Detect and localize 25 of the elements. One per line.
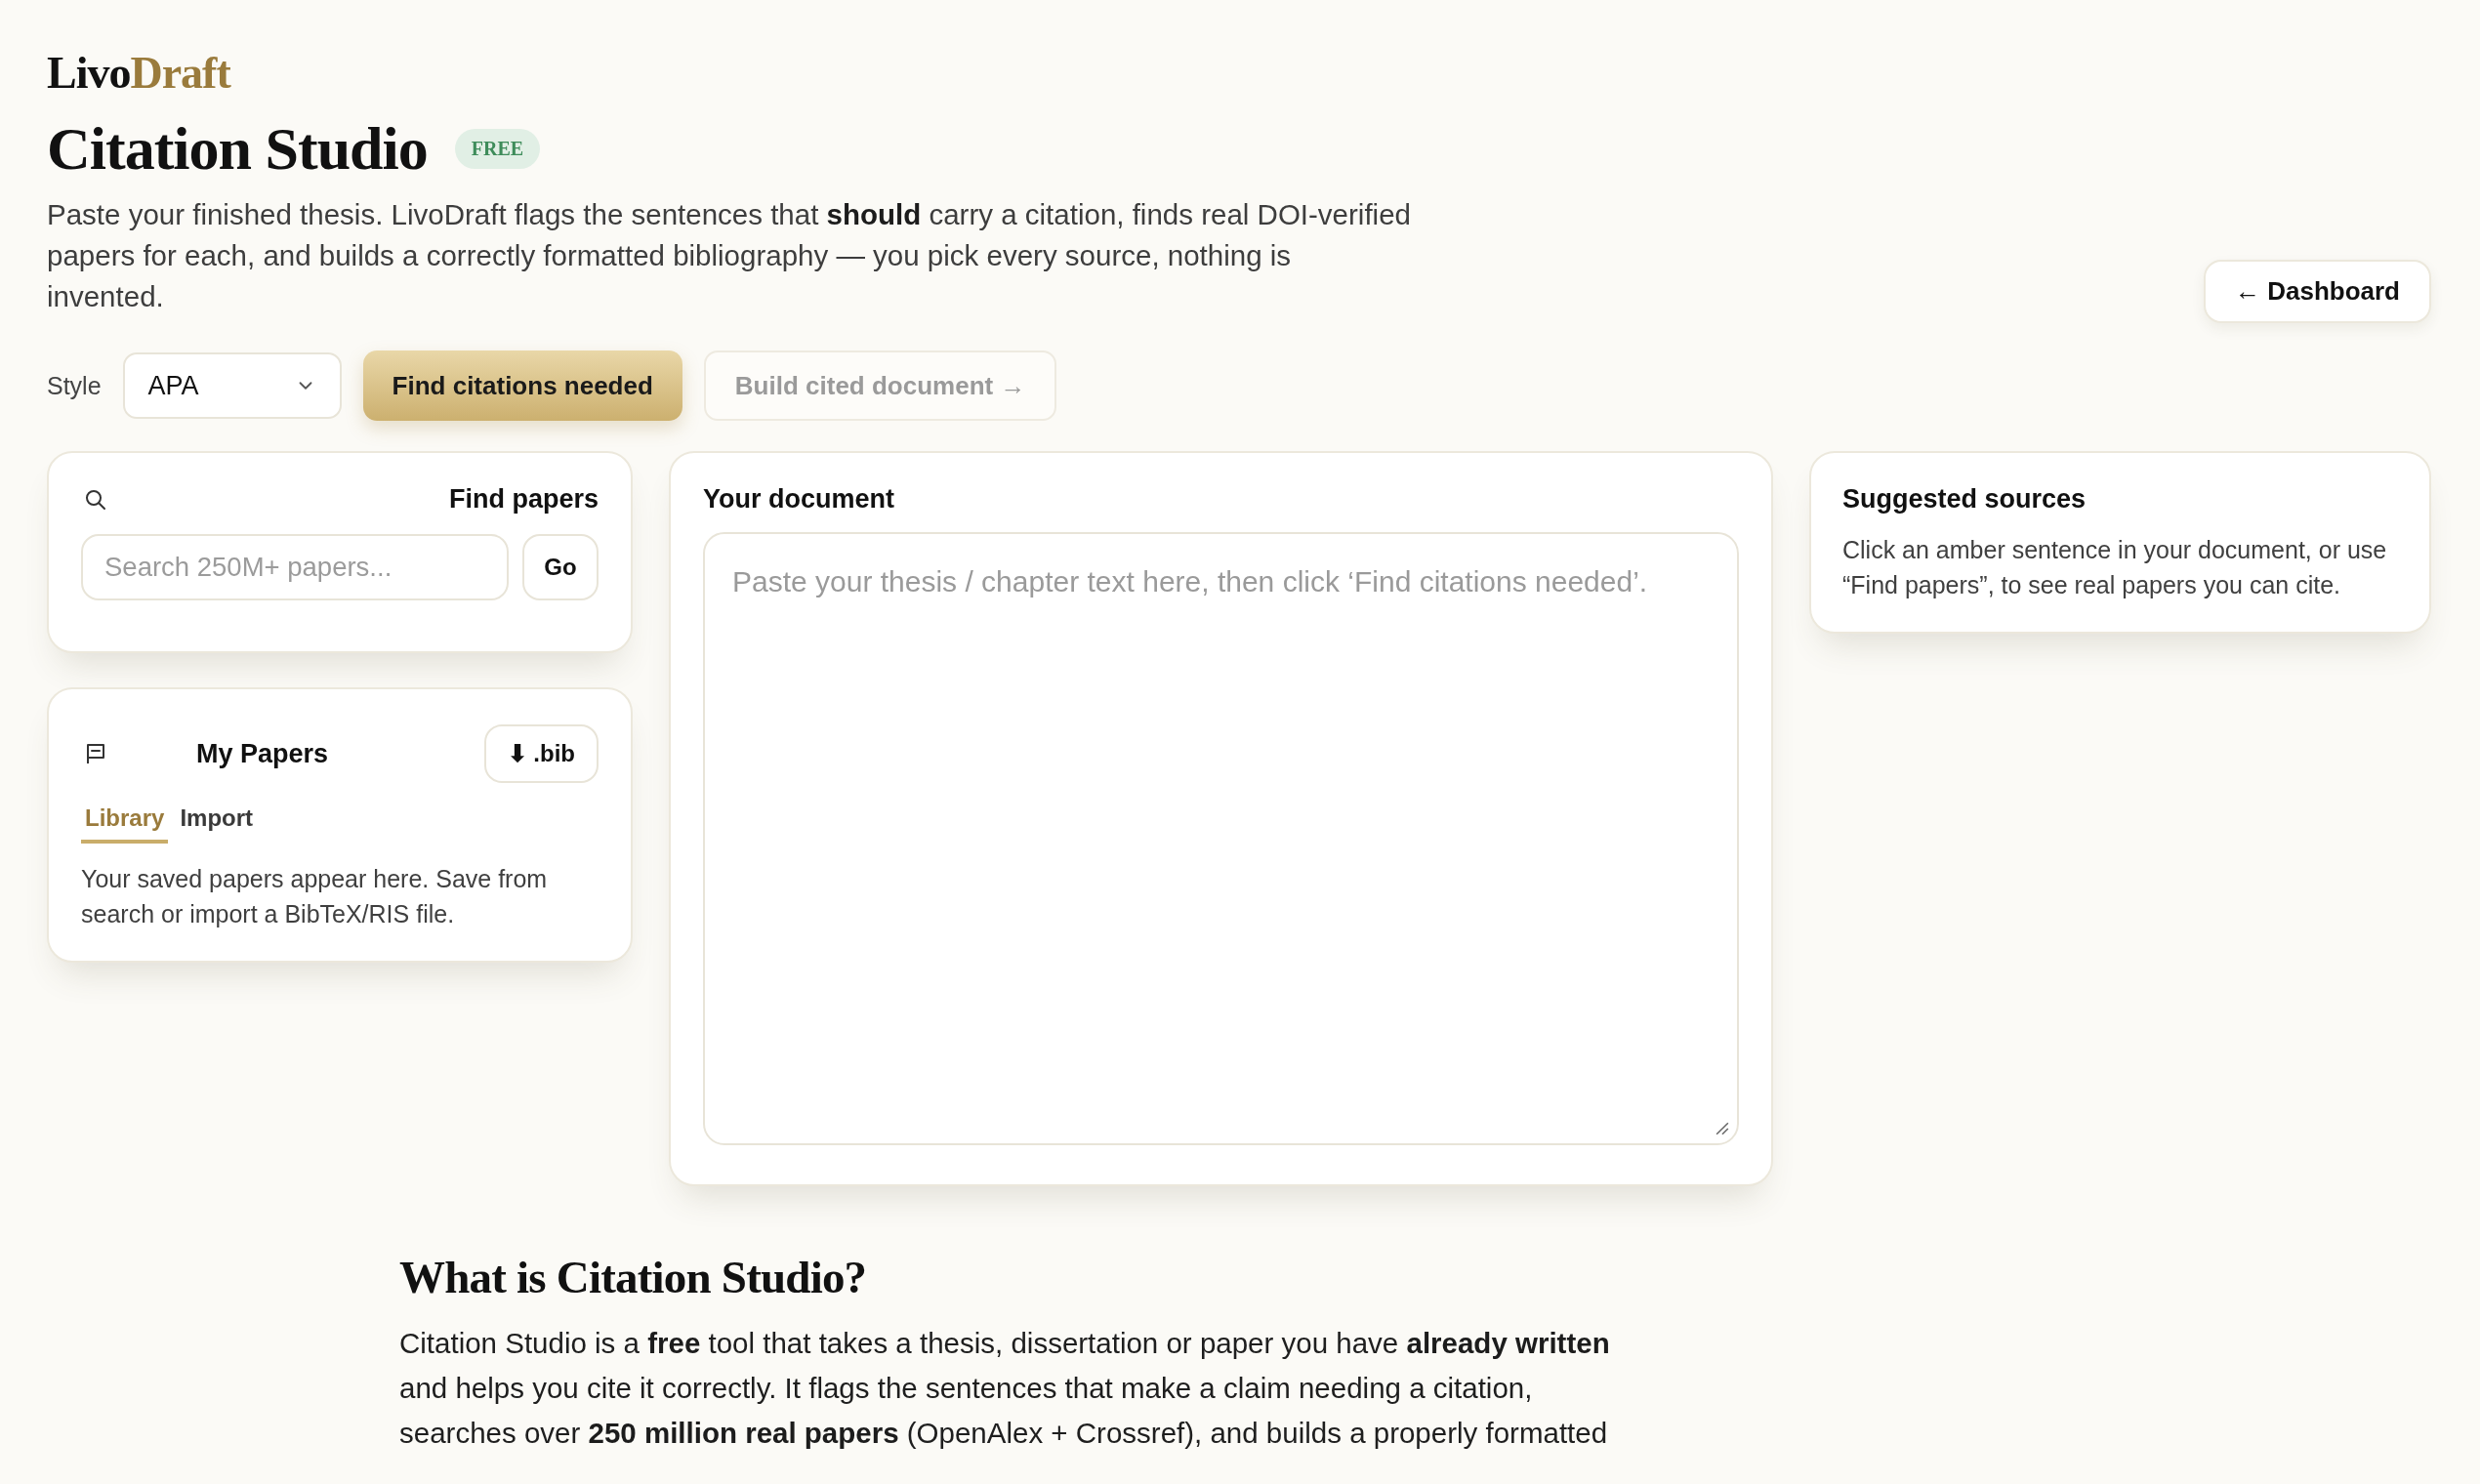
go-button[interactable]: Go [522,534,599,601]
tab[interactable]: Import [176,804,258,845]
card-title: Find papers [448,483,599,516]
about-paragraph: Citation Studio is a free tool that takes a thesis, dissertation or paper you have already written and helps you cite it correctly. It flags the sentences that make a claim needing a citation, searches over 250 million real papers (OpenAlex + Crossref), and builds a properly formatted [399,1326,1611,1452]
empty-sources-text: Click an amber sentence in your document, or use “Find papers”, to see real papers you can cite. [1842,535,2388,601]
tab[interactable]: Library [81,804,169,845]
card-title: Your document [703,483,895,516]
page-description: Paste your finished thesis. LivoDraft flags the sentences that should carry a citation, finds real DOI-verified papers for each, and builds a correctly formatted bibliography — you pick every source, nothing is invented. [47,197,1412,315]
logo: LivoDraft [47,51,230,96]
export-bib-button[interactable]: ⬇ .bib [483,724,599,784]
free-badge: FREE [454,129,541,170]
empty-library-text: Your saved papers appear here. Save from search or import a BibTeX/RIS file. [81,864,549,930]
find-citations-button[interactable]: Find citations needed [362,350,682,422]
page-title: Citation Studio [47,117,428,182]
flag-icon [85,742,106,766]
section-heading: What is Citation Studio? [399,1251,868,1304]
style-label: Style [47,371,102,400]
resize-grip-icon [1715,1122,1729,1136]
card-title: My Papers [196,737,330,770]
style-select[interactable]: APA [122,352,342,420]
search-icon [84,487,107,512]
document-text-area[interactable]: Paste your thesis / chapter text here, then click ‘Find citations needed’. [703,532,1739,1146]
search-field[interactable]: Search 250M+ papers... [81,534,509,601]
card-title: Suggested sources [1842,483,2087,516]
dashboard-button[interactable]: ← Dashboard [2203,260,2431,324]
